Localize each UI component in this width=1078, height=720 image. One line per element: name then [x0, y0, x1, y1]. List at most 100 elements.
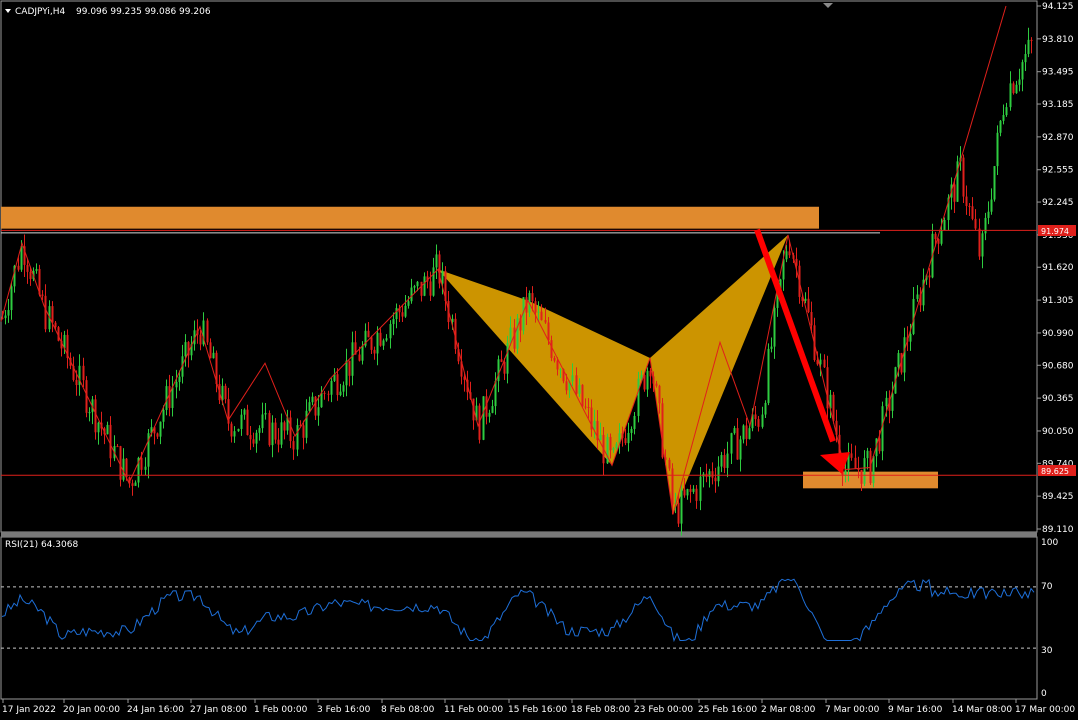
- candle-body: [720, 455, 723, 467]
- candle-body: [336, 374, 339, 396]
- candle-body: [640, 374, 643, 379]
- candle-body: [537, 311, 540, 313]
- candle-body: [593, 421, 596, 430]
- candle-body: [125, 458, 128, 478]
- candle-body: [1024, 54, 1027, 63]
- candle-body: [271, 422, 274, 446]
- candle-body: [1018, 79, 1021, 85]
- time-tick-label: 20 Jan 00:00: [63, 705, 120, 715]
- candle-body: [695, 488, 698, 501]
- time-tick-label: 15 Feb 16:00: [508, 705, 567, 715]
- candle-body: [305, 410, 308, 438]
- candle-body: [860, 469, 863, 484]
- candle-body: [361, 345, 364, 361]
- candle-body: [264, 413, 267, 415]
- candle-body: [565, 381, 568, 391]
- candle-body: [544, 320, 547, 323]
- pane-separator[interactable]: [1, 532, 1037, 537]
- candle-body: [773, 307, 776, 347]
- candle-body: [17, 265, 20, 270]
- candle-body: [885, 397, 888, 407]
- price-tick-label: 90.365: [1042, 394, 1074, 404]
- candle-body: [268, 413, 271, 446]
- rsi-level-30: 30: [1041, 646, 1053, 656]
- price-tick-label: 92.555: [1042, 166, 1074, 176]
- candle-body: [612, 448, 615, 451]
- candle-body: [745, 425, 748, 439]
- candle-body: [261, 414, 264, 429]
- candle-body: [587, 407, 590, 409]
- rsi-pane[interactable]: [0, 536, 1038, 700]
- candle-body: [854, 457, 857, 469]
- candle-body: [717, 466, 720, 482]
- candle-body: [556, 360, 559, 370]
- candle-body: [981, 233, 984, 257]
- ohlc-values: 99.096 99.235 99.086 99.206: [76, 7, 211, 17]
- candle-body: [168, 386, 171, 408]
- candle-body: [897, 353, 900, 368]
- candle-body: [810, 312, 813, 326]
- candle-body: [953, 184, 956, 202]
- candle-body: [559, 369, 562, 371]
- candle-body: [416, 281, 419, 287]
- candle-body: [993, 166, 996, 200]
- candle-body: [643, 374, 646, 390]
- candle-body: [761, 414, 764, 427]
- candle-body: [984, 217, 987, 234]
- candle-body: [156, 433, 159, 437]
- candle-body: [677, 502, 680, 524]
- candle-body: [97, 422, 100, 433]
- candle-body: [26, 264, 29, 272]
- candle-body: [891, 393, 894, 411]
- candle-body: [968, 205, 971, 207]
- candle-body: [909, 333, 912, 342]
- candle-body: [339, 391, 342, 396]
- rsi-label: RSI(21) 64.3068: [5, 540, 78, 550]
- price-tick-label: 90.050: [1042, 427, 1074, 437]
- candle-body: [785, 251, 788, 260]
- candle-body: [699, 476, 702, 501]
- candle-body: [370, 337, 373, 350]
- candle-body: [491, 406, 494, 413]
- candle-body: [280, 422, 283, 445]
- candle-body: [804, 298, 807, 301]
- price-tick-label: 93.495: [1042, 68, 1074, 78]
- candle-body: [51, 306, 54, 323]
- candle-body: [249, 435, 252, 440]
- candle-body: [599, 434, 602, 441]
- candle-body: [162, 409, 165, 422]
- time-tick-label: 2 Mar 08:00: [761, 705, 816, 715]
- candle-body: [509, 327, 512, 343]
- candle-body: [4, 315, 7, 319]
- candle-body: [246, 409, 249, 436]
- candle-body: [230, 423, 233, 437]
- candle-body: [20, 246, 23, 270]
- time-tick-label: 17 Jan 2022: [2, 705, 56, 715]
- candle-body: [317, 407, 320, 416]
- candle-body: [711, 471, 714, 478]
- candle-body: [668, 459, 671, 469]
- candle-body: [866, 450, 869, 459]
- candle-body: [206, 320, 209, 343]
- candle-body: [311, 396, 314, 403]
- candle-body: [606, 436, 609, 464]
- candle-body: [243, 409, 246, 415]
- time-tick-label: 9 Mar 16:00: [888, 705, 943, 715]
- candle-body: [863, 458, 866, 484]
- candle-body: [547, 322, 550, 341]
- candle-body: [770, 346, 773, 349]
- candle-body: [88, 412, 91, 414]
- candle-body: [649, 370, 652, 377]
- candle-body: [733, 428, 736, 434]
- candle-body: [624, 438, 627, 444]
- candle-body: [342, 385, 345, 392]
- candle-body: [159, 421, 162, 437]
- candle-body: [171, 387, 174, 408]
- price-pane[interactable]: [0, 0, 1038, 533]
- candle-body: [646, 370, 649, 390]
- candle-body: [292, 441, 295, 450]
- chart-canvas[interactable]: 94.125 93.810 93.495 93.185 92.870 92.555 92.2…: [0, 0, 1078, 720]
- candle-body: [999, 120, 1002, 133]
- candle-body: [683, 489, 686, 496]
- candle-body: [680, 489, 683, 524]
